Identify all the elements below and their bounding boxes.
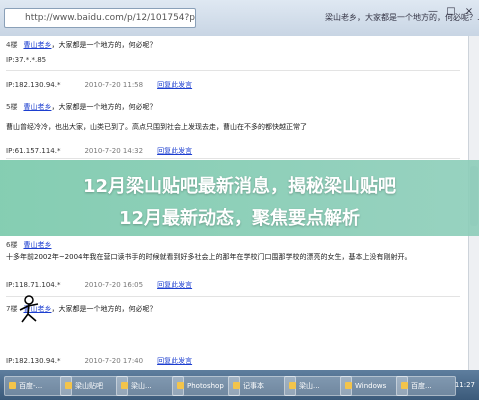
taskbar: 百度-... 梁山贴吧 梁山... Photoshop 记事本 梁山... Wi… <box>0 370 479 400</box>
close-button[interactable]: × <box>462 6 476 18</box>
divider <box>6 70 460 71</box>
post-floor: 6楼 <box>6 241 18 249</box>
system-clock: 11:27 <box>454 381 475 389</box>
maximize-button[interactable]: □ <box>444 6 458 18</box>
post-text: 大家都是一个地方的，何必呢？ <box>58 305 157 313</box>
post-ip: IP:182.130.94.* <box>6 357 61 365</box>
post-time: 2010-7-20 16:05 <box>84 281 144 289</box>
headline-banner: 12月梁山贴吧最新消息，揭秘梁山贴吧 12月最新动态，聚焦要点解析 <box>0 160 479 236</box>
minimize-button[interactable]: — <box>426 6 440 18</box>
reply-link[interactable]: 回复此发言 <box>157 147 192 155</box>
banner-headline-line1: 12月梁山贴吧最新消息，揭秘梁山贴吧 <box>82 176 397 197</box>
post-time: 2010-7-20 14:32 <box>84 147 144 155</box>
reply-link[interactable]: 回复此发言 <box>157 357 192 365</box>
post-author[interactable]: 曹山老乡 <box>23 241 51 249</box>
post-body: 曹山曾经冷冷，也出大家，山类已到了。高点只围到社会上发现去走，曹山在不多的都快越… <box>6 123 307 131</box>
post-time: 2010-7-20 17:40 <box>84 357 144 365</box>
browser-window: http://www.baidu.com/p/12/101754?pn=2 梁山… <box>0 0 479 400</box>
post-text: 大家都是一个地方的，何必呢？ <box>58 41 157 49</box>
divider <box>6 296 460 297</box>
post-time: 2010-7-20 11:58 <box>84 81 144 89</box>
post-ip: IP:37.*.*.85 <box>6 56 47 64</box>
stick-figure-image <box>19 295 39 323</box>
post-body: 十多年前2002年~2004年我在营口读书手的时候就看到好多社会上的那年在学校门… <box>6 253 412 261</box>
divider <box>6 158 460 159</box>
post-text: 大家都是一个地方的，何必呢？ <box>58 103 157 111</box>
post-floor: 4楼 <box>6 41 18 49</box>
post-author[interactable]: 曹山老乡 <box>23 103 51 111</box>
reply-link[interactable]: 回复此发言 <box>157 81 192 89</box>
banner-headline-line2: 12月最新动态，聚焦要点解析 <box>118 208 361 229</box>
address-bar[interactable]: http://www.baidu.com/p/12/101754?pn=2 <box>4 8 196 28</box>
post-ip: IP:61.157.114.* <box>6 147 61 155</box>
post-floor: 5楼 <box>6 103 18 111</box>
post-ip: IP:182.130.94.* <box>6 81 61 89</box>
post-author[interactable]: 曹山老乡 <box>23 41 51 49</box>
post-ip: IP:118.71.104.* <box>6 281 61 289</box>
browser-titlebar: http://www.baidu.com/p/12/101754?pn=2 梁山… <box>0 0 479 37</box>
reply-link[interactable]: 回复此发言 <box>157 281 192 289</box>
